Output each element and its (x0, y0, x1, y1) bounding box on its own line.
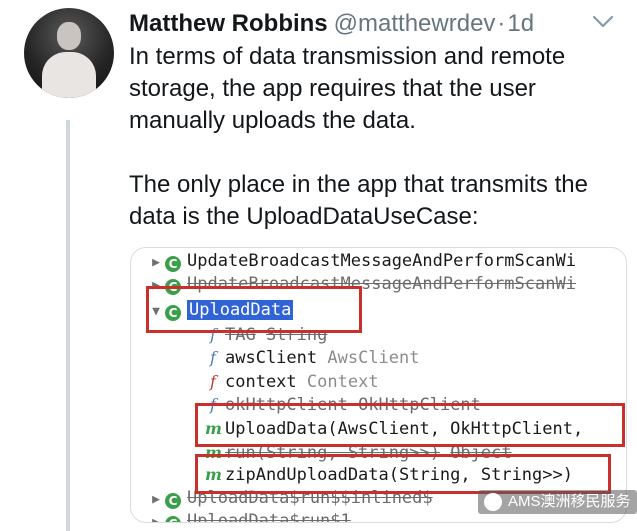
field-icon: f (210, 348, 216, 367)
tweet-time[interactable]: 1d (507, 10, 534, 37)
tree-label: UploadData$run$1 (187, 511, 351, 523)
class-icon: C (165, 493, 181, 509)
code-tree-row: f context Context (205, 370, 379, 393)
class-icon: C (165, 256, 181, 272)
tweet-text: In terms of data transmission and remote… (129, 41, 629, 233)
separator: · (497, 10, 506, 37)
author-handle[interactable]: @matthewrdev (334, 10, 496, 37)
wechat-logo-icon (484, 493, 502, 511)
avatar[interactable] (24, 8, 114, 98)
field-name: awsClient (225, 348, 318, 368)
avatar-body (42, 52, 96, 98)
field-icon: f (210, 372, 216, 391)
watermark: AMS澳洲移民服务 (478, 490, 637, 514)
code-tree-row: ▶ C UploadData$run$1 (147, 510, 351, 523)
tweet-paragraph: The only place in the app that transmits… (129, 171, 588, 230)
avatar-head (57, 22, 81, 50)
code-tree-row: f awsClient AwsClient (205, 346, 420, 369)
field-name: context (225, 372, 297, 392)
highlight-box-upload-method (195, 454, 611, 494)
chevron-down-icon[interactable] (592, 14, 614, 30)
tweet-paragraph: In terms of data transmission and remote… (129, 43, 566, 134)
class-icon: C (165, 516, 181, 522)
highlight-box-class (146, 286, 362, 333)
expand-arrow-icon: ▶ (152, 492, 160, 507)
field-type: AwsClient (327, 348, 420, 368)
code-tree-row: ▶ C UpdateBroadcastMessageAndPerformScanWi (147, 250, 576, 273)
thread-line (66, 120, 70, 531)
field-type: Context (306, 372, 379, 392)
expand-arrow-icon: ▶ (152, 255, 160, 270)
author-name[interactable]: Matthew Robbins (129, 10, 328, 37)
tree-label: UpdateBroadcastMessageAndPerformScanWi (187, 251, 576, 271)
code-screenshot[interactable]: ▶ C UpdateBroadcastMessageAndPerformScanWi… (130, 247, 627, 523)
expand-arrow-icon: ▶ (152, 515, 160, 523)
tweet-header: Matthew Robbins @matthewrdev·1d (129, 9, 629, 39)
watermark-text: AMS澳洲移民服务 (508, 493, 631, 510)
highlight-box-constructor (195, 403, 625, 447)
